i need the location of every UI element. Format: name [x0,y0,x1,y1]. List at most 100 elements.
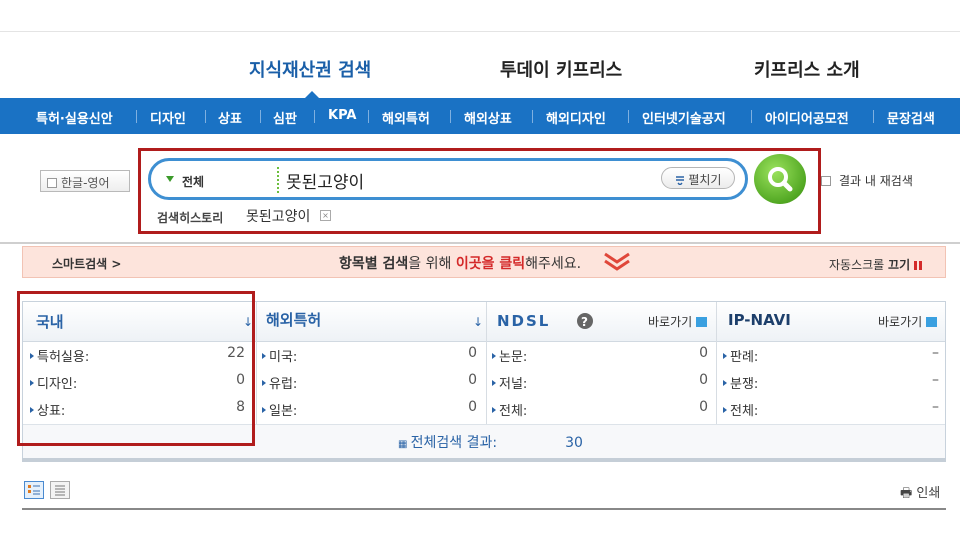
nav-about-kipris[interactable]: 키프리스 소개 [754,56,860,82]
search-divider [277,167,279,193]
category-menu: 특허·실용신안 디자인 상표 심판 KPA 해외특허 해외상표 해외디자인 인터… [0,98,960,134]
menu-separator [873,110,874,123]
total-count: 30 [565,435,583,451]
research-within-results[interactable]: 결과 내 재검색 [821,172,913,189]
arrow-down-icon[interactable]: ↓ [473,315,483,329]
ndsl-row-journal[interactable]: 저널: [492,373,527,392]
card-view-icon[interactable] [24,481,44,499]
menu-kpa[interactable]: KPA [328,108,356,123]
overseas-header[interactable]: 해외특허 [266,309,321,330]
menu-separator [136,110,137,123]
menu-design[interactable]: 디자인 [150,108,186,127]
research-label: 결과 내 재검색 [839,174,913,188]
smart-search-hint[interactable]: 항목별 검색을 위해 이곳을 클릭해주세요. [339,253,581,273]
ipnavi-row-all[interactable]: 전체: [723,400,758,419]
print-label: 인쇄 [916,486,941,501]
row-label: 미국: [269,350,298,365]
search-history-item[interactable]: 못된고양이 [246,206,310,226]
total-results: ▦ 전체검색 결과: 30 [398,432,583,452]
column-divider [256,302,257,424]
column-divider [486,302,487,424]
expand-icon [675,176,684,187]
menu-separator [314,110,315,123]
menu-separator [532,110,533,123]
menu-sentence-search[interactable]: 문장검색 [887,108,935,127]
overseas-count-us: 0 [468,345,477,361]
menu-patent[interactable]: 특허·실용신안 [36,108,113,127]
menu-overseas-trademark[interactable]: 해외상표 [464,108,512,127]
external-link-icon [696,317,708,327]
search-scope-select[interactable]: 전체 [182,173,204,190]
menu-tech-disclosure[interactable]: 인터넷기술공지 [642,108,726,127]
checkbox-icon [821,176,831,186]
search-bar [148,158,748,200]
section-divider [0,242,960,244]
expand-label: 펼치기 [688,173,722,187]
grid-icon: ▦ [398,439,411,450]
hint-part-1: 항목별 검색 [339,256,409,272]
expand-button[interactable]: 펼치기 [661,167,735,189]
table-bottom-border [22,458,946,462]
ipnavi-row-dispute[interactable]: 분쟁: [723,373,758,392]
bullet-icon [492,407,496,413]
printer-icon: 🖶 [900,486,917,501]
search-button[interactable] [754,154,806,204]
ipnavi-row-case[interactable]: 판례: [723,346,758,365]
close-icon[interactable]: × [320,210,331,221]
ipnavi-logo: IP-NAVI [728,311,791,329]
ndsl-count-all: 0 [699,399,708,415]
overseas-row-jp[interactable]: 일본: [262,400,297,419]
ndsl-count-paper: 0 [699,345,708,361]
ndsl-row-all[interactable]: 전체: [492,400,527,419]
row-label: 일본: [269,404,298,419]
external-link-icon [926,317,938,327]
hangul-english-label: 한글-영어 [61,176,110,190]
menu-overseas-design[interactable]: 해외디자인 [546,108,606,127]
hangul-english-toggle[interactable]: 한글-영어 [40,170,130,192]
dropdown-arrow-icon[interactable] [166,176,174,182]
row-label: 분쟁: [730,377,759,392]
bullet-icon [723,353,727,359]
menu-idea-contest[interactable]: 아이디어공모전 [765,108,849,127]
menu-trial[interactable]: 심판 [273,108,297,127]
ndsl-count-journal: 0 [699,372,708,388]
menu-separator [205,110,206,123]
menu-separator [751,110,752,123]
ndsl-goto-link[interactable]: 바로가기 [648,313,708,330]
bullet-icon [492,353,496,359]
bullet-icon [262,353,266,359]
top-divider [0,31,960,32]
bottom-divider [22,508,946,510]
svg-text:?: ? [581,315,588,329]
ndsl-row-paper[interactable]: 논문: [492,346,527,365]
bullet-icon [723,380,727,386]
print-button[interactable]: 🖶 인쇄 [900,482,940,506]
nav-ip-search[interactable]: 지식재산권 검색 [249,56,371,82]
checkbox-icon [47,178,57,188]
ipnavi-goto-link[interactable]: 바로가기 [878,313,938,330]
row-label: 저널: [499,377,528,392]
bullet-icon [262,380,266,386]
auto-scroll-off: 끄기 [888,258,911,272]
search-history-label: 검색히스토리 [157,211,224,225]
menu-separator [628,110,629,123]
menu-separator [260,110,261,123]
row-label: 전체: [730,404,759,419]
auto-scroll-label: 자동스크롤 [829,258,885,272]
bullet-icon [723,407,727,413]
auto-scroll-toggle[interactable]: 자동스크롤 끄기 [829,256,923,273]
ipnavi-count-all: – [932,399,939,415]
active-nav-caret [305,91,319,98]
menu-overseas-patent[interactable]: 해외특허 [382,108,430,127]
list-view-icon[interactable] [50,481,70,499]
overseas-row-eu[interactable]: 유럽: [262,373,297,392]
goto-label: 바로가기 [878,315,923,329]
goto-label: 바로가기 [648,315,693,329]
chevron-down-icon [604,252,630,271]
smart-search-link[interactable]: 스마트검색 > [52,255,121,272]
ipnavi-count-dispute: – [932,372,939,388]
overseas-row-us[interactable]: 미국: [262,346,297,365]
menu-trademark[interactable]: 상표 [218,108,242,127]
search-input[interactable]: 못된고양이 [286,168,364,193]
nav-today-kipris[interactable]: 투데이 키프리스 [500,56,622,82]
